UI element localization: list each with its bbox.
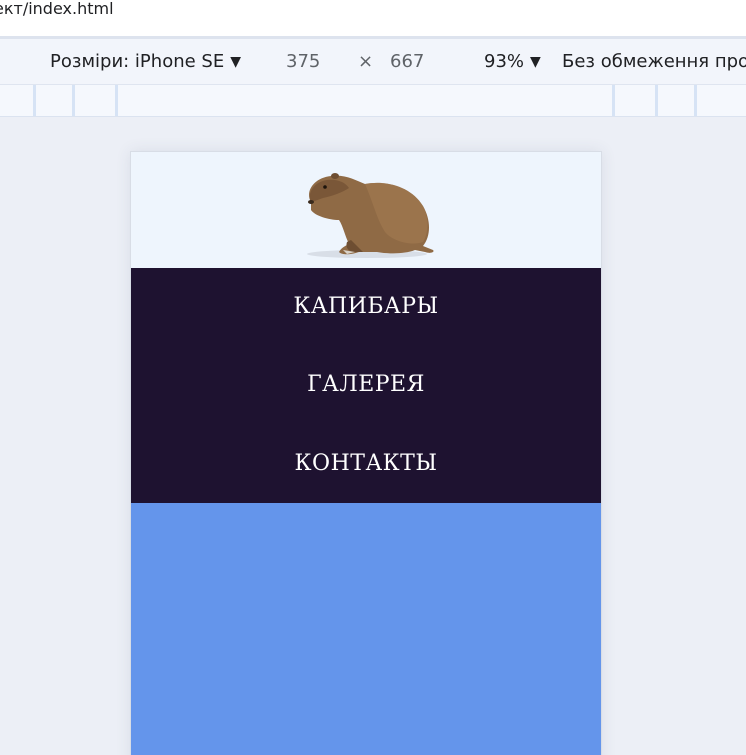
url-text[interactable]: ект/index.html (0, 0, 114, 18)
caret-down-icon: ▼ (530, 54, 541, 70)
ruler-segment[interactable] (33, 85, 36, 116)
throttle-select[interactable]: Без обмеження про (562, 51, 746, 72)
width-field[interactable]: 375 (286, 51, 320, 72)
ruler-segment[interactable] (72, 85, 75, 116)
ruler-segment[interactable] (612, 85, 615, 116)
ruler-segment[interactable] (655, 85, 658, 116)
zoom-select-label: 93% (484, 51, 525, 72)
nav-link-capybaras[interactable]: КАПИБАРЫ (131, 294, 601, 319)
height-field[interactable]: 667 (390, 51, 424, 72)
site-header (131, 152, 601, 268)
ruler-segment[interactable] (115, 85, 118, 116)
address-bar[interactable]: ект/index.html (0, 0, 746, 36)
caret-down-icon: ▼ (230, 54, 241, 70)
ruler-segment[interactable] (694, 85, 697, 116)
nav-link-contacts[interactable]: КОНТАКТЫ (131, 451, 601, 476)
device-select[interactable]: Розміри: iPhone SE ▼ (50, 51, 241, 72)
zoom-select[interactable]: 93% ▼ (484, 51, 541, 72)
media-query-ruler (0, 85, 746, 117)
device-toolbar: Розміри: iPhone SE ▼ 375 × 667 93% ▼ Без о… (0, 39, 746, 85)
main-content-area (131, 503, 601, 755)
nav-link-gallery[interactable]: ГАЛЕРЕЯ (131, 372, 601, 397)
device-select-label: Розміри: iPhone SE (50, 51, 225, 72)
main-nav: КАПИБАРЫ ГАЛЕРЕЯ КОНТАКТЫ (131, 268, 601, 503)
device-viewport: КАПИБАРЫ ГАЛЕРЕЯ КОНТАКТЫ (130, 151, 602, 755)
dimension-separator: × (358, 51, 374, 72)
capybara-logo-image (307, 173, 434, 258)
